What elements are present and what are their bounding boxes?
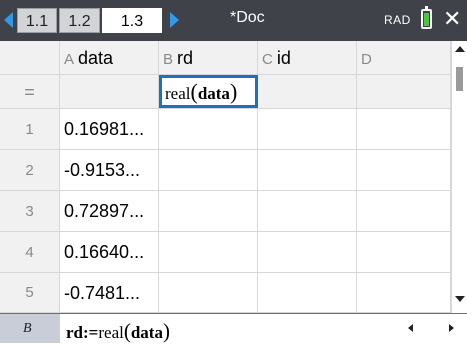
column-letter: D [361,51,372,68]
cell-d[interactable] [357,109,451,149]
tab-right-arrow-icon[interactable] [170,12,179,28]
table-row: 1 0.16981... [0,109,451,150]
table-row: 4 0.16640... [0,232,451,273]
formula-cell-b[interactable]: real(data) [159,75,258,108]
column-header-a[interactable]: Adata [60,41,159,74]
row-index[interactable]: 3 [0,191,60,231]
entry-argument: data [130,323,163,342]
scroll-down-icon[interactable] [455,296,465,302]
column-header-d[interactable]: D [357,41,451,74]
close-icon[interactable]: ✕ [443,6,461,32]
row-index[interactable]: 2 [0,150,60,190]
cursor-left-icon[interactable] [408,324,413,332]
row-index[interactable]: 4 [0,232,60,272]
formula-cell-d[interactable] [357,75,451,108]
corner-cell[interactable] [0,41,60,74]
column-header-b[interactable]: Brd [159,41,258,74]
cell-b[interactable] [159,109,258,149]
cell-c[interactable] [258,232,357,272]
cell-c[interactable] [258,273,357,312]
cell-d[interactable] [357,273,451,312]
tab-1-2[interactable]: 1.2 [59,8,100,33]
column-header-row: Adata Brd Cid D [0,41,451,75]
table-row: 2 -0.9153... [0,150,451,191]
cell-a[interactable]: 0.16981... [60,109,159,149]
cell-c[interactable] [258,191,357,231]
tab-left-arrow-icon[interactable] [4,12,13,28]
row-index[interactable]: 1 [0,109,60,149]
formula-row-label: = [0,75,60,108]
column-name: id [276,48,291,68]
cell-a[interactable]: 0.16640... [60,232,159,272]
cell-b[interactable] [159,150,258,190]
cell-a[interactable]: 0.72897... [60,191,159,231]
formula-function: real [165,84,191,103]
column-letter: A [64,51,75,68]
cell-a[interactable]: -0.7481... [60,273,159,312]
entry-variable: rd:= [66,323,99,342]
entry-cell-reference: B [0,314,60,343]
entry-formula-text[interactable]: rd:=real(data) [66,319,170,344]
scroll-thumb[interactable] [456,67,463,91]
tab-1-1[interactable]: 1.1 [17,8,57,33]
cell-c[interactable] [258,150,357,190]
cell-b[interactable] [159,273,258,312]
vertical-scrollbar[interactable] [451,41,467,313]
formula-cell-a[interactable] [60,75,159,108]
cell-d[interactable] [357,232,451,272]
cell-b[interactable] [159,232,258,272]
entry-line[interactable]: B rd:=real(data) [0,313,467,343]
column-name: data [78,48,114,68]
formula-cell-c[interactable] [258,75,357,108]
angle-mode-indicator: RAD [384,13,411,27]
cell-d[interactable] [357,191,451,231]
row-index[interactable]: 5 [0,273,60,312]
cell-a[interactable]: -0.9153... [60,150,159,190]
cell-c[interactable] [258,109,357,149]
entry-function: real [98,323,124,342]
table-row: 5 -0.7481... [0,273,451,313]
formula-row: = real(data) [0,75,451,109]
scroll-up-icon[interactable] [455,46,465,52]
battery-icon [421,6,432,29]
tab-1-3[interactable]: 1.3 [102,8,162,33]
column-header-c[interactable]: Cid [258,41,357,74]
spreadsheet-grid: Adata Brd Cid D = real(data) 1 0.16981..… [0,41,451,313]
table-row: 3 0.72897... [0,191,451,232]
cell-d[interactable] [357,150,451,190]
column-letter: C [262,51,273,68]
cursor-right-icon[interactable] [449,324,454,332]
cell-b[interactable] [159,191,258,231]
document-title: *Doc [230,9,265,26]
top-bar: 1.1 1.2 1.3 *Doc RAD ✕ [0,0,467,41]
formula-argument: data [197,84,230,103]
column-letter: B [163,51,174,68]
column-name: rd [177,48,194,68]
